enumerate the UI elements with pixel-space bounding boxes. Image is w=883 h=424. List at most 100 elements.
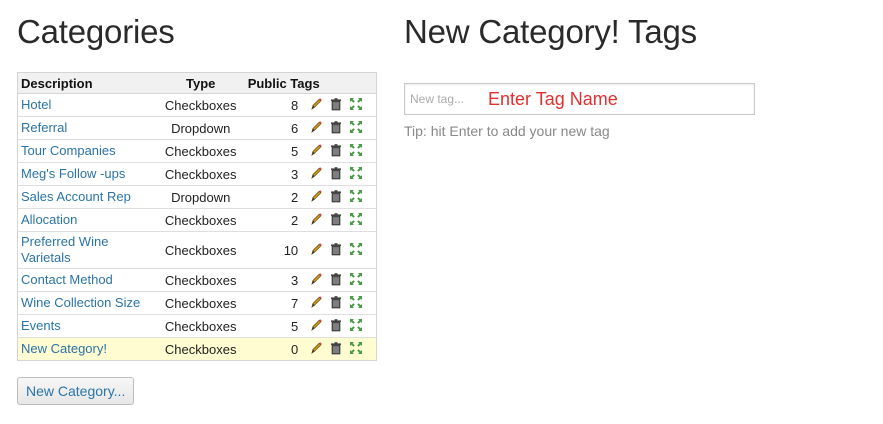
cell-actions	[306, 116, 377, 140]
cell-actions	[306, 231, 377, 269]
expand-icon[interactable]	[349, 212, 365, 228]
cell-type: Checkboxes	[159, 337, 242, 361]
table-row: New Category! Checkboxes 0	[17, 337, 377, 361]
cell-public-tags: 3	[241, 162, 307, 186]
category-link[interactable]: New Category!	[21, 341, 107, 356]
new-tag-input[interactable]	[408, 91, 482, 107]
cell-type: Checkboxes	[159, 268, 242, 292]
expand-icon[interactable]	[349, 143, 365, 159]
delete-trash-icon[interactable]	[329, 242, 345, 258]
categories-table: Description Type Public Tags Hotel Checkb…	[17, 72, 377, 361]
cell-actions	[306, 93, 377, 117]
expand-icon[interactable]	[349, 272, 365, 288]
delete-trash-icon[interactable]	[329, 143, 345, 159]
cell-actions	[306, 185, 377, 209]
tags-title: New Category! Tags	[404, 13, 697, 50]
delete-trash-icon[interactable]	[329, 295, 345, 311]
delete-trash-icon[interactable]	[329, 272, 345, 288]
table-row: Referral Dropdown 6	[17, 116, 377, 140]
edit-pencil-icon[interactable]	[309, 295, 325, 311]
expand-icon[interactable]	[349, 242, 365, 258]
tag-input-box[interactable]: Enter Tag Name	[404, 83, 755, 115]
expand-icon[interactable]	[349, 120, 365, 136]
edit-pencil-icon[interactable]	[309, 120, 325, 136]
delete-trash-icon[interactable]	[329, 97, 345, 113]
table-row: Tour Companies Checkboxes 5	[17, 139, 377, 163]
cell-type: Checkboxes	[159, 162, 242, 186]
table-row: Wine Collection Size Checkboxes 7	[17, 291, 377, 315]
edit-pencil-icon[interactable]	[309, 189, 325, 205]
table-row: Contact Method Checkboxes 3	[17, 268, 377, 292]
tip-text: Tip: hit Enter to add your new tag	[404, 123, 610, 139]
expand-icon[interactable]	[349, 166, 365, 182]
cell-type: Checkboxes	[159, 314, 242, 338]
table-row: Events Checkboxes 5	[17, 314, 377, 338]
category-link[interactable]: Tour Companies	[21, 143, 116, 158]
delete-trash-icon[interactable]	[329, 120, 345, 136]
cell-description: Preferred Wine Varietals	[17, 231, 160, 269]
edit-pencil-icon[interactable]	[309, 212, 325, 228]
cell-actions	[306, 337, 377, 361]
table-row: Preferred Wine Varietals Checkboxes 10	[17, 231, 377, 269]
cell-description: Referral	[17, 116, 160, 140]
cell-actions	[306, 291, 377, 315]
category-link[interactable]: Contact Method	[21, 272, 113, 287]
category-link[interactable]: Allocation	[21, 212, 77, 227]
cell-actions	[306, 208, 377, 232]
cell-type: Checkboxes	[159, 291, 242, 315]
cell-description: Wine Collection Size	[17, 291, 160, 315]
category-link[interactable]: Preferred Wine Varietals	[21, 234, 108, 265]
expand-icon[interactable]	[349, 318, 365, 334]
tags-panel: New Category! Tags Enter Tag Name Tip: h…	[404, 10, 874, 139]
delete-trash-icon[interactable]	[329, 341, 345, 357]
cell-type: Checkboxes	[159, 231, 242, 269]
expand-icon[interactable]	[349, 295, 365, 311]
cell-public-tags: 5	[241, 139, 307, 163]
table-row: Sales Account Rep Dropdown 2	[17, 185, 377, 209]
table-row: Hotel Checkboxes 8	[17, 93, 377, 117]
cell-public-tags: 2	[241, 185, 307, 209]
cell-actions	[306, 139, 377, 163]
edit-pencil-icon[interactable]	[309, 318, 325, 334]
cell-description: Tour Companies	[17, 139, 160, 163]
delete-trash-icon[interactable]	[329, 166, 345, 182]
page-title: Categories	[17, 13, 175, 50]
edit-pencil-icon[interactable]	[309, 143, 325, 159]
expand-icon[interactable]	[349, 189, 365, 205]
cell-description: Allocation	[17, 208, 160, 232]
cell-public-tags: 7	[241, 291, 307, 315]
category-link[interactable]: Events	[21, 318, 61, 333]
cell-type: Dropdown	[159, 116, 242, 140]
category-link[interactable]: Hotel	[21, 97, 51, 112]
cell-description: Hotel	[17, 93, 160, 117]
cell-public-tags: 0	[241, 337, 307, 361]
category-link[interactable]: Wine Collection Size	[21, 295, 140, 310]
cell-type: Checkboxes	[159, 139, 242, 163]
expand-icon[interactable]	[349, 341, 365, 357]
enter-tag-name-annotation: Enter Tag Name	[488, 88, 618, 109]
expand-icon[interactable]	[349, 97, 365, 113]
edit-pencil-icon[interactable]	[309, 272, 325, 288]
category-link[interactable]: Sales Account Rep	[21, 189, 131, 204]
cell-description: Events	[17, 314, 160, 338]
cell-public-tags: 3	[241, 268, 307, 292]
edit-pencil-icon[interactable]	[309, 341, 325, 357]
new-category-button[interactable]: New Category...	[17, 377, 135, 405]
edit-pencil-icon[interactable]	[309, 242, 325, 258]
edit-pencil-icon[interactable]	[309, 97, 325, 113]
category-link[interactable]: Meg's Follow -ups	[21, 166, 125, 181]
cell-public-tags: 5	[241, 314, 307, 338]
delete-trash-icon[interactable]	[329, 318, 345, 334]
delete-trash-icon[interactable]	[329, 212, 345, 228]
cell-type: Checkboxes	[159, 93, 242, 117]
cell-description: New Category!	[17, 337, 160, 361]
cell-public-tags: 2	[241, 208, 307, 232]
delete-trash-icon[interactable]	[329, 189, 345, 205]
edit-pencil-icon[interactable]	[309, 166, 325, 182]
cell-public-tags: 10	[241, 231, 307, 269]
table-row: Meg's Follow -ups Checkboxes 3	[17, 162, 377, 186]
header-description: Description	[17, 72, 160, 94]
category-link[interactable]: Referral	[21, 120, 67, 135]
cell-public-tags: 8	[241, 93, 307, 117]
cell-public-tags: 6	[241, 116, 307, 140]
